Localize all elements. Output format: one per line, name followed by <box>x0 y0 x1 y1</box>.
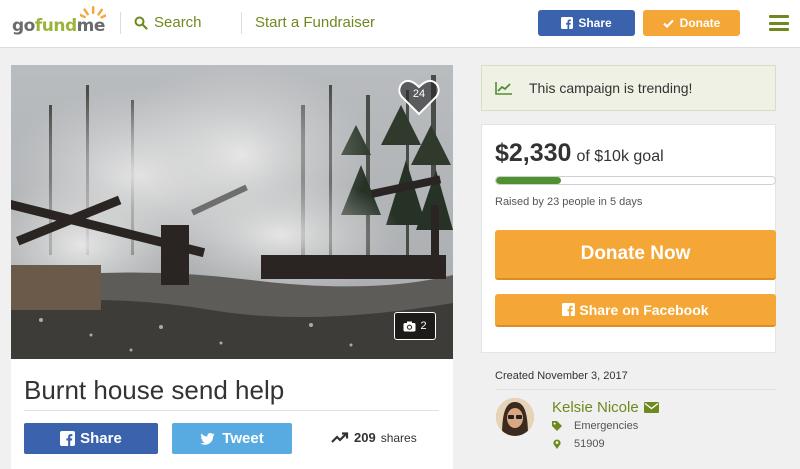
donation-card: $2,330 of $10k goal Raised by 23 people … <box>481 124 776 353</box>
start-fundraiser-link[interactable]: Start a Fundraiser <box>255 14 375 31</box>
camera-icon <box>403 321 416 331</box>
avatar-image <box>496 398 534 436</box>
hamburger-menu-icon[interactable] <box>769 15 789 31</box>
twitter-icon <box>200 432 215 445</box>
raised-summary: $2,330 of $10k goal <box>495 139 664 168</box>
campaign-title: Burnt house send help <box>24 375 285 405</box>
top-header: gofundme Search Start a Fundraiser Share… <box>0 0 800 48</box>
shares-label: shares <box>380 430 417 445</box>
facebook-icon <box>60 431 76 446</box>
search-link[interactable]: Search <box>134 14 202 31</box>
like-heart-icon[interactable]: 24 <box>398 78 440 116</box>
tag-icon <box>552 421 562 431</box>
donate-now-button[interactable]: Donate Now <box>495 230 776 280</box>
organizer-name-link[interactable]: Kelsie Nicole <box>552 399 659 416</box>
share-on-facebook-button[interactable]: Share on Facebook <box>495 294 776 327</box>
check-icon <box>662 19 674 28</box>
burnt-house-image <box>11 65 453 359</box>
organizer-avatar[interactable] <box>496 398 534 436</box>
progress-bar <box>495 176 776 185</box>
facebook-icon <box>561 17 574 29</box>
category-text[interactable]: Emergencies <box>574 420 638 432</box>
raised-by-text: Raised by 23 people in 5 days <box>495 196 643 208</box>
campaign-card: 24 2 Burnt house send help Share Tweet 2… <box>11 65 453 469</box>
envelope-icon[interactable] <box>643 402 659 413</box>
trending-chart-icon <box>495 82 512 95</box>
raised-amount: $2,330 <box>495 139 572 167</box>
trending-arrow-icon <box>331 431 349 443</box>
trending-text: This campaign is trending! <box>529 80 693 96</box>
shares-number: 209 <box>354 430 376 445</box>
share-on-facebook-label: Share on Facebook <box>579 301 709 318</box>
logo-wordmark: gofundme <box>12 16 105 36</box>
photo-count-badge[interactable]: 2 <box>394 312 436 340</box>
trending-banner: This campaign is trending! <box>481 65 776 111</box>
category-row: Emergencies <box>552 420 638 432</box>
header-share-label: Share <box>578 16 612 30</box>
campaign-photo[interactable]: 24 2 <box>11 65 453 359</box>
shares-count: 209 shares <box>331 430 417 445</box>
photo-count: 2 <box>420 320 427 332</box>
header-donate-label: Donate <box>679 16 721 30</box>
organizer-name: Kelsie Nicole <box>552 399 639 416</box>
location-text: 51909 <box>574 438 605 450</box>
header-divider <box>120 12 121 34</box>
facebook-icon <box>562 303 576 316</box>
facebook-share-label: Share <box>80 430 122 447</box>
gofundme-logo[interactable]: gofundme <box>12 6 107 40</box>
search-icon <box>134 16 148 30</box>
location-pin-icon <box>553 439 561 449</box>
like-count: 24 <box>412 88 426 100</box>
divider <box>24 410 439 411</box>
goal-text: of $10k goal <box>576 148 664 165</box>
header-divider <box>241 12 242 34</box>
tweet-button[interactable]: Tweet <box>172 423 292 454</box>
location-row: 51909 <box>552 438 605 450</box>
tweet-label: Tweet <box>222 430 264 447</box>
divider <box>495 389 776 390</box>
facebook-share-button[interactable]: Share <box>24 423 158 454</box>
search-label: Search <box>154 14 202 31</box>
header-share-button[interactable]: Share <box>538 10 635 36</box>
created-date: Created November 3, 2017 <box>495 370 628 382</box>
progress-fill <box>496 177 561 184</box>
header-donate-button[interactable]: Donate <box>643 10 740 36</box>
